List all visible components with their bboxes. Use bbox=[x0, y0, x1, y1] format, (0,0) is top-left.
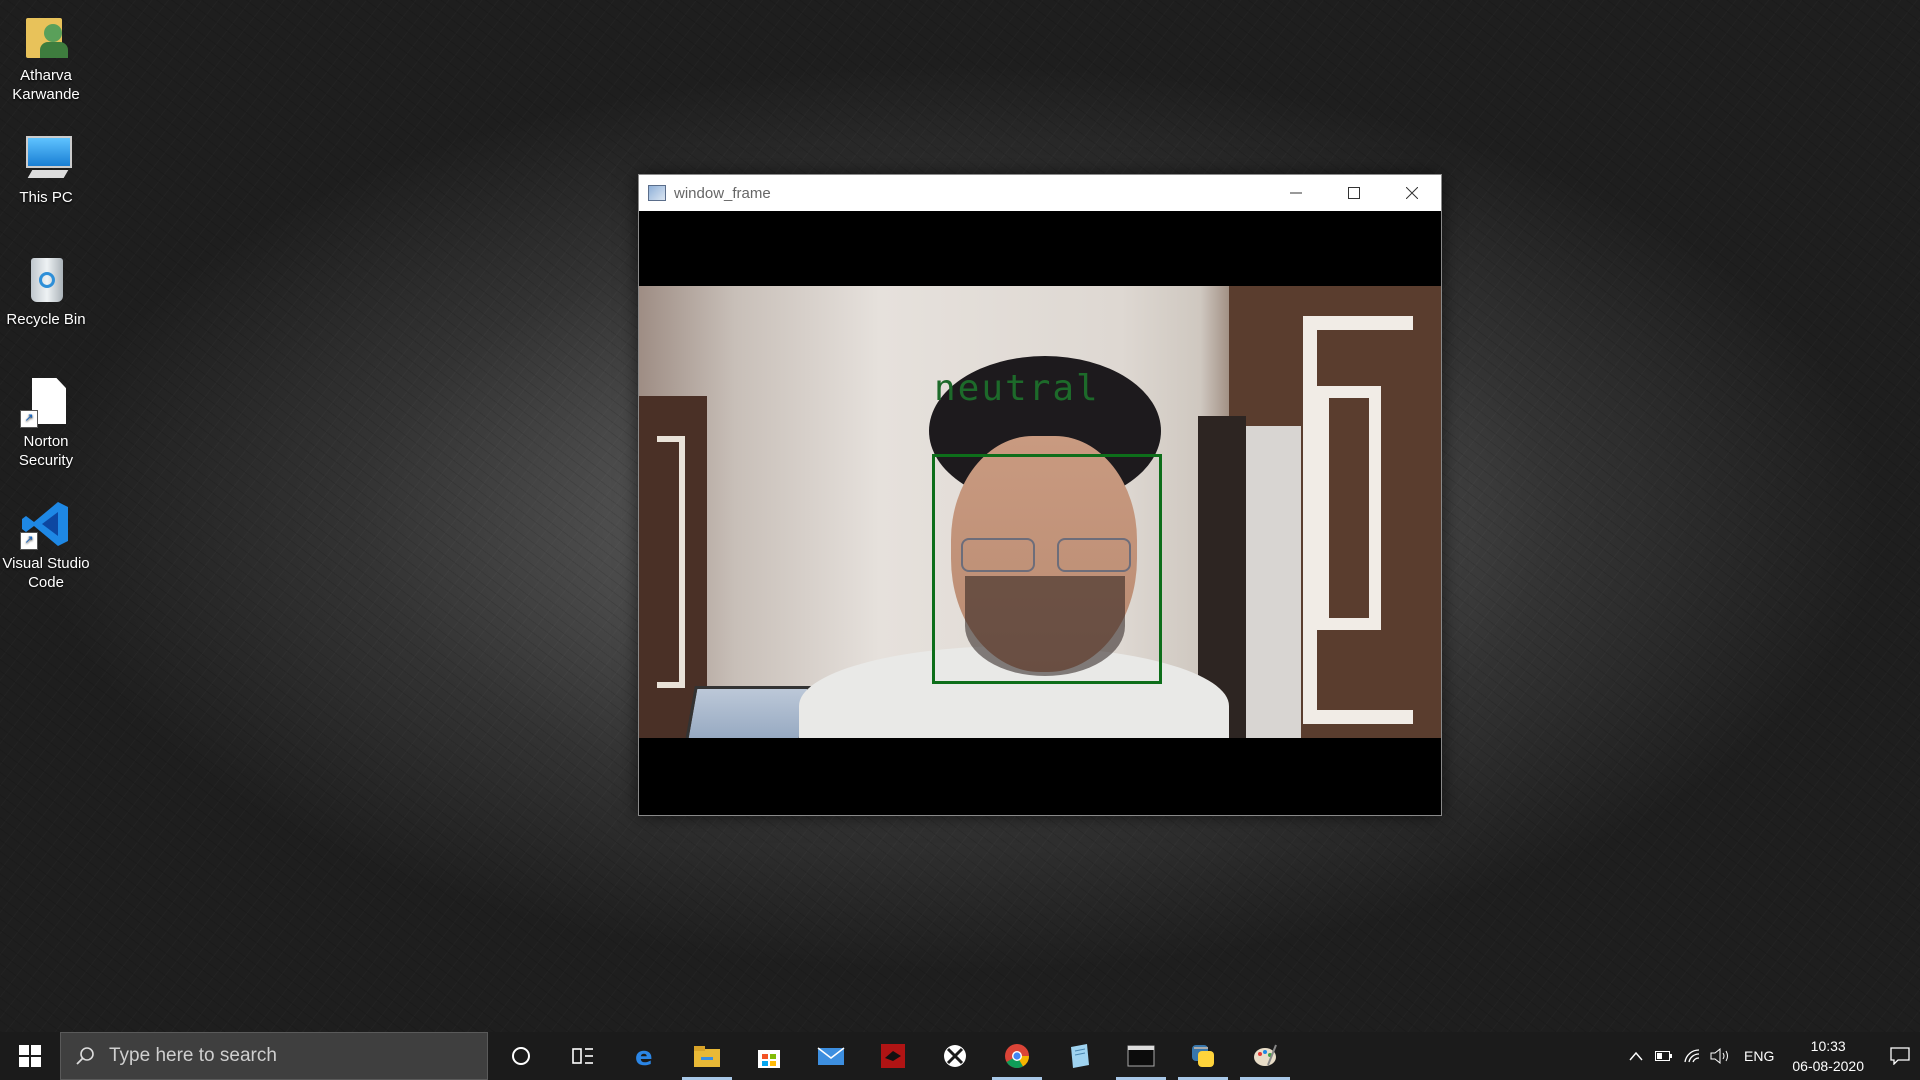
start-button[interactable] bbox=[0, 1032, 60, 1080]
emotion-label: neutral bbox=[934, 368, 1100, 409]
store-icon bbox=[758, 1050, 780, 1068]
chrome-button[interactable] bbox=[986, 1032, 1048, 1080]
desktop-icon-user-folder[interactable]: Atharva Karwande bbox=[0, 10, 92, 104]
computer-icon bbox=[20, 132, 72, 184]
clock-time: 10:33 bbox=[1810, 1038, 1846, 1054]
window-titlebar[interactable]: window_frame bbox=[639, 175, 1441, 211]
store-button[interactable] bbox=[738, 1032, 800, 1080]
fridge bbox=[1241, 426, 1301, 738]
battery-button[interactable] bbox=[1650, 1050, 1678, 1062]
shortcut-arrow-icon: ↗ bbox=[20, 410, 38, 428]
edge-button[interactable]: e bbox=[614, 1032, 676, 1080]
desktop-icon-label: This PC bbox=[19, 189, 73, 206]
battery-icon bbox=[1655, 1051, 1673, 1061]
mail-icon bbox=[817, 1047, 845, 1065]
face-bounding-box bbox=[932, 454, 1162, 684]
laptop bbox=[683, 686, 811, 738]
vscode-icon: ↗ bbox=[20, 498, 72, 550]
desktop-icon-vscode[interactable]: ↗ Visual Studio Code bbox=[0, 498, 92, 592]
maximize-button[interactable] bbox=[1325, 175, 1383, 211]
task-view-button[interactable] bbox=[552, 1032, 614, 1080]
language-indicator[interactable]: ENG bbox=[1744, 1048, 1774, 1064]
windows-logo-icon bbox=[19, 1045, 41, 1067]
cortana-icon bbox=[512, 1047, 530, 1065]
chrome-icon bbox=[1005, 1044, 1029, 1069]
cortana-button[interactable] bbox=[490, 1032, 552, 1080]
search-box[interactable]: Type here to search bbox=[60, 1032, 488, 1080]
volume-button[interactable] bbox=[1706, 1048, 1734, 1064]
edge-icon: e bbox=[635, 1043, 653, 1069]
terminal-icon bbox=[1127, 1045, 1155, 1067]
notepad-button[interactable] bbox=[1048, 1032, 1110, 1080]
clock[interactable]: 10:33 06-08-2020 bbox=[1792, 1036, 1864, 1076]
desktop-icon-this-pc[interactable]: This PC bbox=[0, 132, 92, 207]
search-icon bbox=[76, 1047, 94, 1065]
action-center-button[interactable] bbox=[1880, 1047, 1920, 1065]
paint-icon bbox=[1254, 1044, 1277, 1066]
notepad-icon bbox=[1071, 1044, 1089, 1068]
task-view-icon bbox=[572, 1048, 593, 1064]
webcam-image: neutral bbox=[639, 286, 1441, 738]
desktop-icon-recycle-bin[interactable]: Recycle Bin bbox=[0, 254, 92, 329]
minimize-button[interactable] bbox=[1267, 175, 1325, 211]
chevron-up-icon bbox=[1629, 1051, 1643, 1061]
shortcut-arrow-icon: ↗ bbox=[20, 532, 38, 550]
terminal-button[interactable] bbox=[1110, 1032, 1172, 1080]
search-placeholder: Type here to search bbox=[109, 1045, 277, 1066]
maximize-icon bbox=[1348, 187, 1360, 199]
user-folder-icon bbox=[20, 10, 72, 62]
show-hidden-icons-button[interactable] bbox=[1622, 1051, 1650, 1061]
red-app-icon bbox=[881, 1044, 905, 1068]
file-explorer-icon bbox=[694, 1046, 720, 1067]
xbox-button[interactable] bbox=[924, 1032, 986, 1080]
close-button[interactable] bbox=[1383, 175, 1441, 211]
network-button[interactable] bbox=[1678, 1048, 1706, 1064]
opencv-window: window_frame neutral bbox=[638, 174, 1442, 816]
mail-button[interactable] bbox=[800, 1032, 862, 1080]
volume-icon bbox=[1710, 1048, 1729, 1064]
file-shortcut-icon: ↗ bbox=[20, 376, 72, 428]
python-button[interactable] bbox=[1172, 1032, 1234, 1080]
desktop-icon-label: Atharva Karwande bbox=[12, 67, 80, 103]
close-icon bbox=[1406, 187, 1418, 199]
file-explorer-button[interactable] bbox=[676, 1032, 738, 1080]
python-icon bbox=[1192, 1045, 1214, 1067]
wifi-icon bbox=[1684, 1049, 1700, 1063]
clock-date: 06-08-2020 bbox=[1792, 1058, 1864, 1074]
paint-button[interactable] bbox=[1234, 1032, 1296, 1080]
window-app-icon bbox=[648, 185, 666, 201]
notification-icon bbox=[1890, 1047, 1910, 1065]
desktop-icon-label: Recycle Bin bbox=[6, 311, 86, 328]
xbox-icon bbox=[944, 1045, 966, 1067]
red-app-button[interactable] bbox=[862, 1032, 924, 1080]
minimize-icon bbox=[1290, 192, 1302, 194]
desktop-icon-label: Visual Studio Code bbox=[2, 555, 90, 591]
desktop-icon-norton-security[interactable]: ↗ Norton Security bbox=[0, 376, 92, 470]
taskbar: Type here to search e ENG 10:33 06-08-20… bbox=[0, 1032, 1920, 1080]
window-title: window_frame bbox=[674, 184, 771, 202]
video-frame: neutral bbox=[639, 211, 1441, 815]
recycle-bin-icon bbox=[20, 254, 72, 306]
svg-text:e: e bbox=[635, 1043, 653, 1069]
desktop-icon-label: Norton Security bbox=[18, 433, 74, 469]
system-tray: ENG 10:33 06-08-2020 bbox=[1622, 1032, 1920, 1080]
